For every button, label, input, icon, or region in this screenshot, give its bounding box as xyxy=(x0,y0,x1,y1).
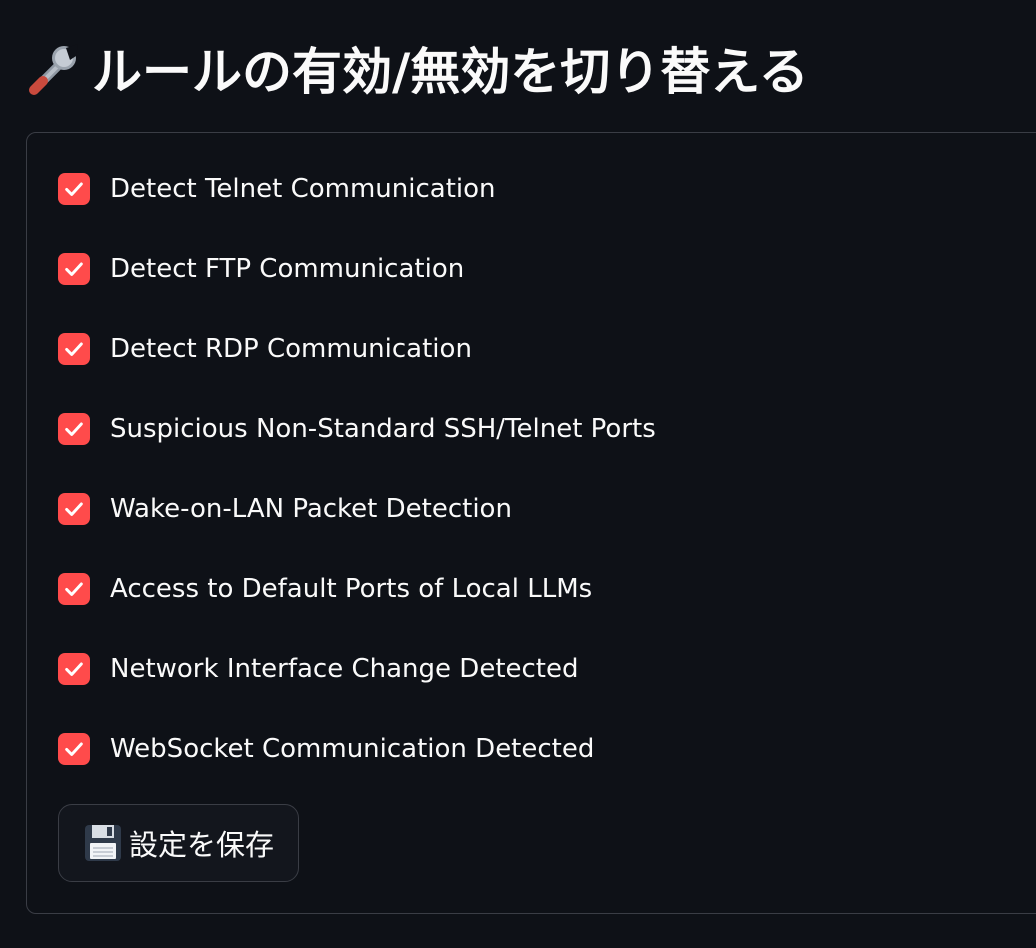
page-title: ルールの有効/無効を切り替える xyxy=(92,43,809,101)
rule-checkbox-rdp[interactable]: Detect RDP Communication xyxy=(58,329,472,369)
check-icon xyxy=(65,182,83,196)
check-icon xyxy=(65,262,83,276)
checkbox-checked[interactable] xyxy=(58,573,90,605)
rule-label: Suspicious Non-Standard SSH/Telnet Ports xyxy=(110,414,656,444)
save-settings-button[interactable]: 設定を保存 xyxy=(58,804,300,882)
rule-label: Wake-on-LAN Packet Detection xyxy=(110,494,512,524)
checkbox-checked[interactable] xyxy=(58,253,90,285)
rule-label: WebSocket Communication Detected xyxy=(110,734,595,764)
check-icon xyxy=(65,662,83,676)
rules-form: Detect Telnet Communication Detect FTP C… xyxy=(26,132,1036,914)
checkbox-checked[interactable] xyxy=(58,413,90,445)
checkbox-checked[interactable] xyxy=(58,733,90,765)
rule-checkbox-local-llm-ports[interactable]: Access to Default Ports of Local LLMs xyxy=(58,569,592,609)
check-icon xyxy=(65,502,83,516)
floppy-disk-icon xyxy=(85,825,121,861)
check-icon xyxy=(65,742,83,756)
page-header: ルールの有効/無効を切り替える xyxy=(26,28,809,108)
checkbox-checked[interactable] xyxy=(58,333,90,365)
check-icon xyxy=(65,342,83,356)
rule-label: Detect FTP Communication xyxy=(110,254,465,284)
check-icon xyxy=(65,422,83,436)
check-icon xyxy=(65,582,83,596)
rule-checkbox-websocket[interactable]: WebSocket Communication Detected xyxy=(58,729,594,769)
rule-label: Network Interface Change Detected xyxy=(110,654,579,684)
rule-label: Detect RDP Communication xyxy=(110,334,472,364)
checkbox-checked[interactable] xyxy=(58,493,90,525)
checkbox-checked[interactable] xyxy=(58,653,90,685)
rule-label: Detect Telnet Communication xyxy=(110,174,496,204)
rule-checkbox-telnet[interactable]: Detect Telnet Communication xyxy=(58,169,496,209)
rule-checkbox-ssh-telnet-ports[interactable]: Suspicious Non-Standard SSH/Telnet Ports xyxy=(58,409,656,449)
rule-checkbox-wake-on-lan[interactable]: Wake-on-LAN Packet Detection xyxy=(58,489,512,529)
checkbox-checked[interactable] xyxy=(58,173,90,205)
wrench-icon xyxy=(29,44,78,95)
rule-checkbox-ftp[interactable]: Detect FTP Communication xyxy=(58,249,464,289)
rule-checkbox-network-interface-change[interactable]: Network Interface Change Detected xyxy=(58,649,579,689)
save-button-label: 設定を保存 xyxy=(129,828,275,862)
page: ルールの有効/無効を切り替える Detect Telnet Communicat… xyxy=(0,0,1036,948)
rule-label: Access to Default Ports of Local LLMs xyxy=(110,574,593,604)
